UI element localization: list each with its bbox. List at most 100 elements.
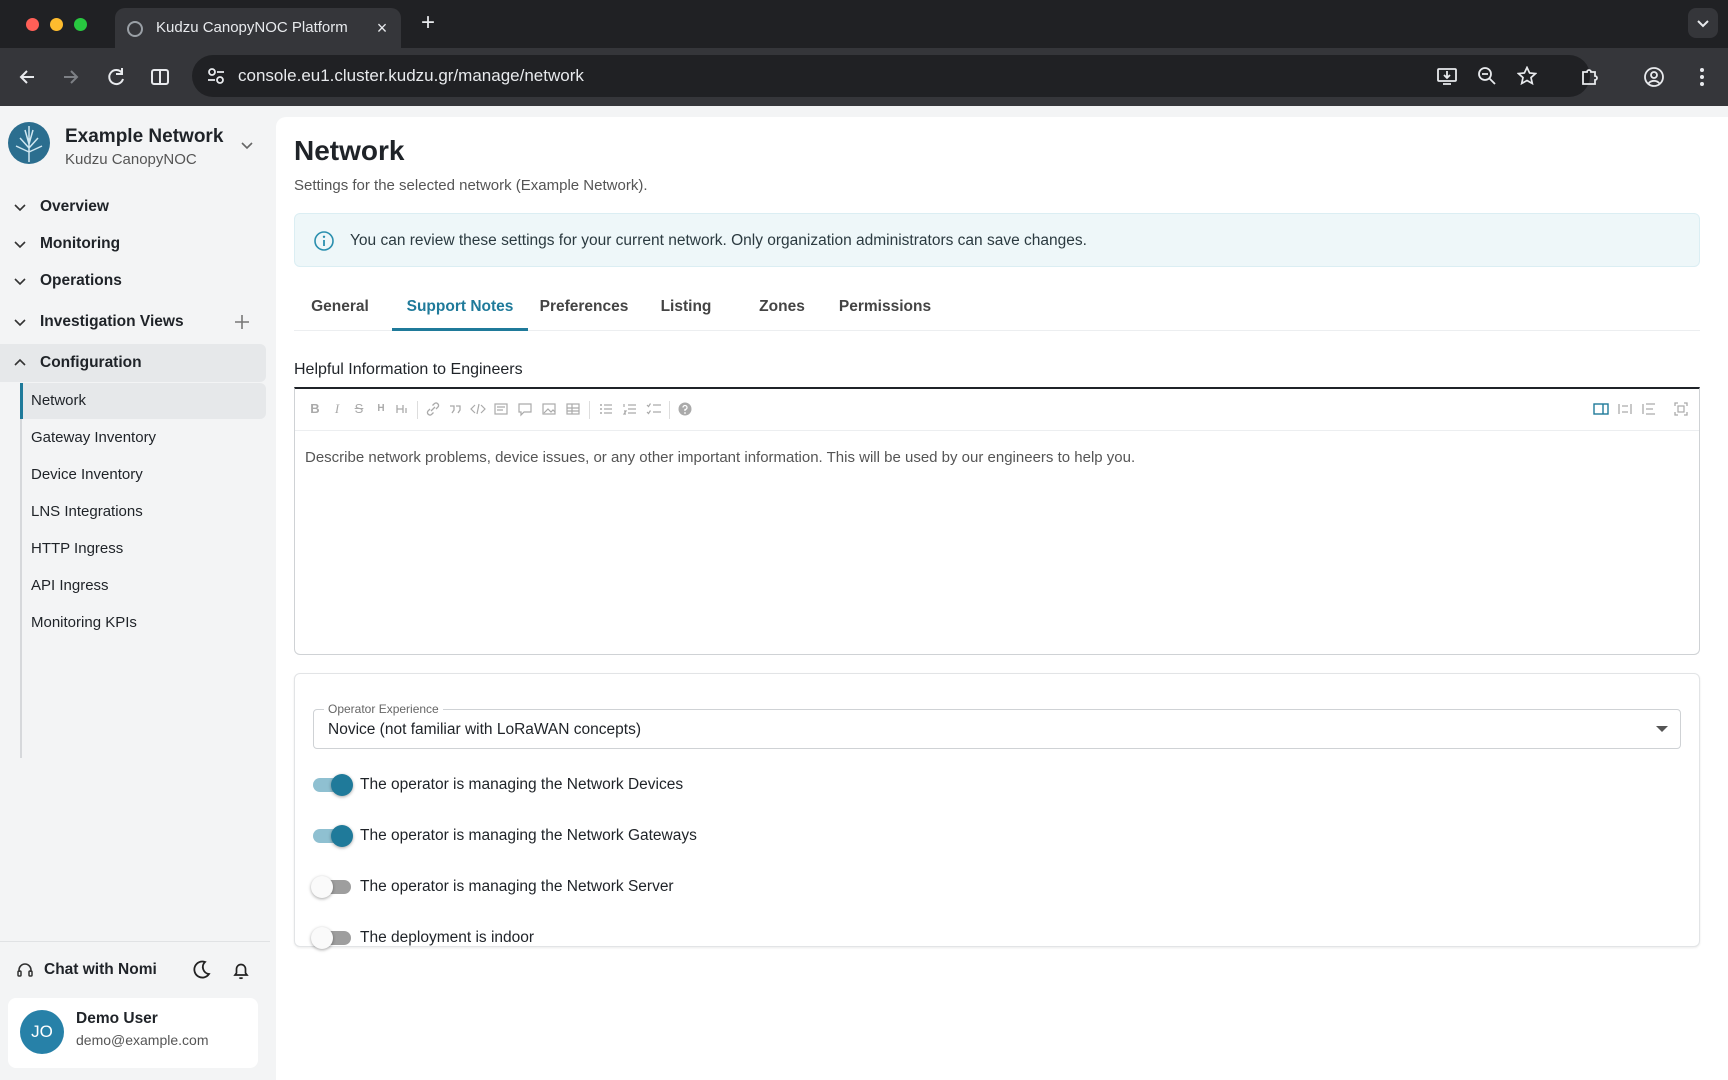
toolbar-separator <box>669 401 670 419</box>
operator-preferences-card: Operator Experience Novice (not familiar… <box>294 673 1700 949</box>
edit-mode-icon[interactable] <box>1593 401 1609 417</box>
tab-general[interactable]: General <box>298 283 382 331</box>
user-card[interactable]: JO Demo User demo@example.com <box>8 998 258 1068</box>
toggle-managing-devices[interactable]: The operator is managing the Network Dev… <box>313 771 913 801</box>
forward-button[interactable] <box>56 63 84 91</box>
org-product: Kudzu CanopyNOC <box>65 151 197 168</box>
sidebar-section-configuration[interactable]: Configuration <box>0 344 266 382</box>
sidebar-item-label: API Ingress <box>31 577 109 594</box>
fullscreen-icon[interactable] <box>1673 401 1689 417</box>
sidebar-section-overview[interactable]: Overview <box>0 188 266 226</box>
sidebar-section-operations[interactable]: Operations <box>0 262 266 300</box>
avatar: JO <box>20 1010 64 1054</box>
window-zoom-button[interactable] <box>74 18 87 31</box>
user-email: demo@example.com <box>76 1032 209 1048</box>
comment-icon[interactable] <box>517 401 533 417</box>
tab-close-icon[interactable]: × <box>371 17 393 39</box>
help-icon[interactable] <box>677 401 693 417</box>
toggle-switch[interactable] <box>311 927 351 949</box>
sidebar-item-label: Gateway Inventory <box>31 429 157 446</box>
chevron-down-icon <box>14 204 26 212</box>
tab-preferences[interactable]: Preferences <box>538 283 630 331</box>
toggle-switch[interactable] <box>313 825 353 847</box>
more-vertical-icon <box>1700 68 1704 86</box>
table-icon[interactable] <box>565 401 581 417</box>
extensions-button[interactable] <box>1576 63 1604 91</box>
back-button[interactable] <box>14 63 42 91</box>
sidebar-section-monitoring[interactable]: Monitoring <box>0 225 266 263</box>
sidebar-section-investigation-views[interactable]: Investigation Views <box>0 303 266 341</box>
browser-menu-button[interactable] <box>1688 63 1716 91</box>
code-block-icon[interactable] <box>493 401 509 417</box>
sidebar: Example Network Kudzu CanopyNOC Overview… <box>0 106 270 1080</box>
sidebar-section-label: Overview <box>40 198 109 215</box>
window-close-button[interactable] <box>26 18 39 31</box>
tab-permissions[interactable]: Permissions <box>832 283 938 331</box>
toggle-switch[interactable] <box>311 876 351 898</box>
toggle-knob <box>311 876 333 898</box>
tab-favicon-icon <box>127 21 143 37</box>
preview-mode-icon[interactable] <box>1641 401 1657 417</box>
tab-zones[interactable]: Zones <box>742 283 822 331</box>
bookmark-star-icon[interactable] <box>1517 66 1537 86</box>
sidebar-item-http-ingress[interactable]: HTTP Ingress <box>20 531 266 567</box>
browser-tab[interactable]: Kudzu CanopyNOC Platform × <box>115 8 401 48</box>
bell-icon[interactable] <box>231 960 251 980</box>
sidebar-item-monitoring-kpis[interactable]: Monitoring KPIs <box>20 605 266 641</box>
numbered-list-icon[interactable] <box>622 401 638 417</box>
new-tab-icon[interactable]: + <box>416 11 440 36</box>
sidebar-item-gateway-inventory[interactable]: Gateway Inventory <box>20 420 266 456</box>
operator-experience-select[interactable]: Operator Experience Novice (not familiar… <box>313 702 1681 749</box>
sidebar-section-label: Operations <box>40 272 122 289</box>
reload-icon <box>108 68 124 86</box>
arrow-left-icon <box>19 70 34 84</box>
tree-logo-icon <box>15 126 43 162</box>
image-icon[interactable] <box>541 401 557 417</box>
zoom-icon[interactable] <box>1477 66 1497 86</box>
heading-smaller-icon[interactable] <box>395 401 411 417</box>
tab-support-notes[interactable]: Support Notes <box>392 283 528 331</box>
sidebar-section-label: Configuration <box>40 354 142 371</box>
support-notes-editor[interactable]: B I S H Describe network problems, devic… <box>294 387 1700 655</box>
chevron-up-icon <box>14 358 26 366</box>
live-mode-icon[interactable] <box>1617 401 1633 417</box>
add-view-icon[interactable] <box>233 313 251 331</box>
tab-search-button[interactable] <box>1688 8 1718 38</box>
reload-button[interactable] <box>102 63 130 91</box>
sidebar-item-network[interactable]: Network <box>20 383 266 419</box>
chevron-down-icon <box>1697 20 1709 28</box>
link-icon[interactable] <box>425 401 441 417</box>
chevron-down-icon[interactable] <box>240 138 254 152</box>
checklist-icon[interactable] <box>646 401 662 417</box>
toggle-knob <box>331 774 353 796</box>
code-icon[interactable] <box>470 401 486 417</box>
toggle-managing-gateways[interactable]: The operator is managing the Network Gat… <box>313 822 913 852</box>
moon-icon[interactable] <box>190 959 212 981</box>
org-logo <box>8 122 50 164</box>
bullet-list-icon[interactable] <box>598 401 614 417</box>
italic-icon[interactable]: I <box>329 401 345 417</box>
profile-button[interactable] <box>1640 63 1668 91</box>
sidebar-item-api-ingress[interactable]: API Ingress <box>20 568 266 604</box>
bold-icon[interactable]: B <box>307 401 323 417</box>
heading-icon[interactable]: H <box>373 401 389 417</box>
main-content: Network Settings for the selected networ… <box>276 117 1728 1080</box>
sidebar-item-device-inventory[interactable]: Device Inventory <box>20 457 266 493</box>
strikethrough-icon[interactable]: S <box>351 401 367 417</box>
toggle-managing-server[interactable]: The operator is managing the Network Ser… <box>311 873 913 903</box>
editor-placeholder[interactable]: Describe network problems, device issues… <box>305 449 1135 466</box>
toggle-switch[interactable] <box>313 774 353 796</box>
quote-icon[interactable] <box>447 401 463 417</box>
window-minimize-button[interactable] <box>50 18 63 31</box>
sidebar-item-lns-integrations[interactable]: LNS Integrations <box>20 494 266 530</box>
toggle-indoor-deployment[interactable]: The deployment is indoor <box>311 924 913 954</box>
dropdown-caret-icon <box>1656 726 1668 732</box>
org-name[interactable]: Example Network <box>65 126 223 148</box>
toolbar-separator <box>589 401 590 419</box>
tab-listing[interactable]: Listing <box>640 283 732 331</box>
split-view-button[interactable] <box>146 63 174 91</box>
chat-with-nomi-button[interactable]: Chat with Nomi <box>0 950 270 990</box>
address-bar[interactable]: console.eu1.cluster.kudzu.gr/manage/netw… <box>192 55 1590 97</box>
site-settings-icon[interactable] <box>206 66 226 86</box>
install-app-icon[interactable] <box>1437 66 1457 86</box>
